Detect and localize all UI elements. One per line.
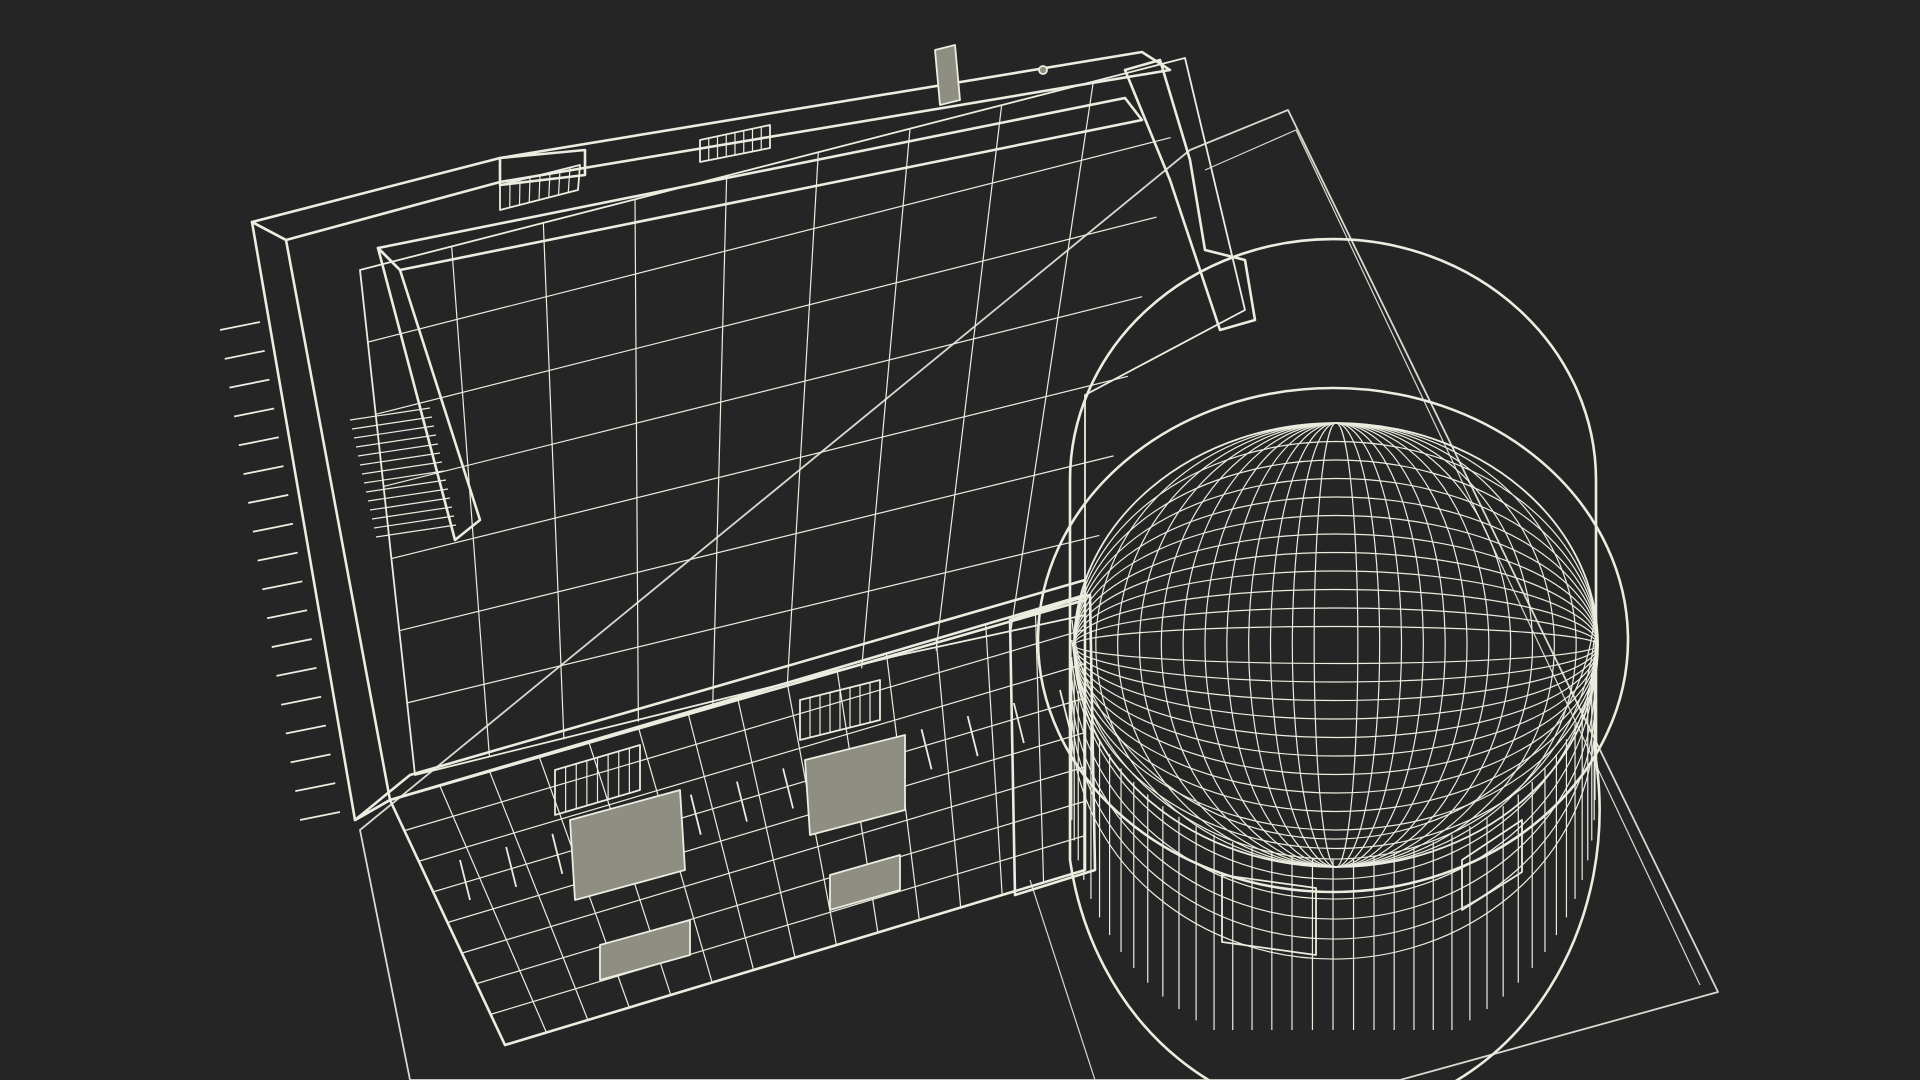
background: [0, 0, 1920, 1080]
building-wireframe: [0, 0, 1920, 1080]
render-viewport: [0, 0, 1920, 1080]
